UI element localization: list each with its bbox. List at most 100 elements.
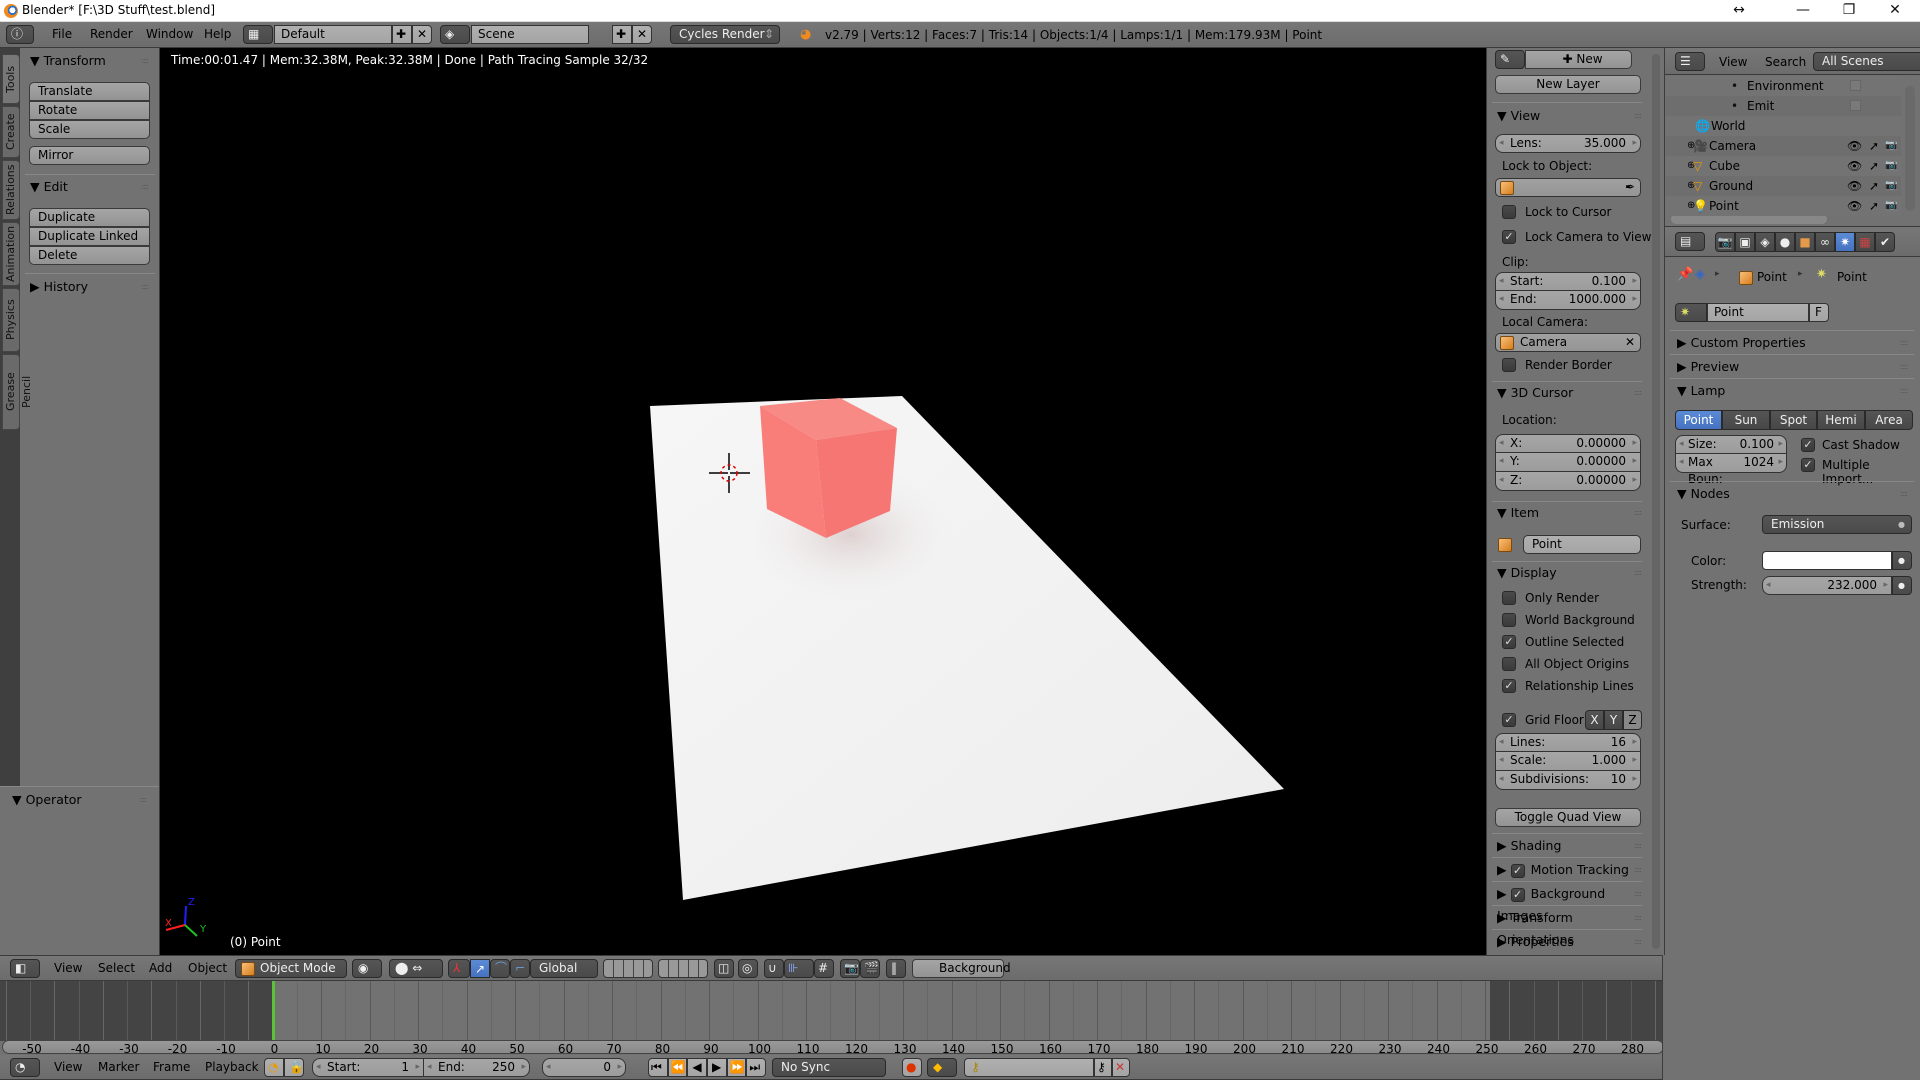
view-panel-header[interactable]: ▼ View:::: xyxy=(1497,105,1647,127)
layers-grid-b[interactable] xyxy=(658,959,708,978)
layout-field[interactable]: Default xyxy=(274,25,392,44)
rotate-button[interactable]: Rotate xyxy=(29,101,150,120)
constraints-tab-icon[interactable]: ∞ xyxy=(1815,232,1835,252)
nodes-panel-header[interactable]: ▼ Nodes:::: xyxy=(1677,483,1913,505)
outliner-row[interactable]: • Emit xyxy=(1665,96,1901,116)
add-layout-button[interactable]: ✚ xyxy=(392,25,412,44)
duplicate-linked-button[interactable]: Duplicate Linked xyxy=(29,227,150,246)
scale-button[interactable]: Scale xyxy=(29,120,150,139)
strength-socket-button[interactable]: ● xyxy=(1892,576,1912,595)
play-reverse-button[interactable]: ◀ xyxy=(687,1058,708,1077)
color-socket-button[interactable]: ● xyxy=(1892,551,1912,570)
play-button[interactable]: ▶ xyxy=(707,1058,727,1077)
menu-window[interactable]: Window xyxy=(146,27,193,41)
snap-icon[interactable]: ∪ xyxy=(764,959,784,978)
lock-range-icon[interactable]: 🔒 xyxy=(284,1058,304,1077)
resize-icon[interactable]: ↔ xyxy=(1716,0,1762,22)
outliner-row[interactable]: ⊕ ▽ Cube 👁 ➚ 📷 xyxy=(1665,156,1901,176)
tab-grease-pencil[interactable]: Grease Pencil xyxy=(2,354,33,430)
properties-editor-icon[interactable]: ▤ xyxy=(1675,232,1705,251)
renderability-camera-icon[interactable]: 📷 xyxy=(1885,156,1897,176)
collapsed-panel-header[interactable]: ▶ Shading:::: xyxy=(1497,835,1647,857)
menu-add[interactable]: Add xyxy=(149,961,172,975)
opengl-render-icon[interactable]: 📷 xyxy=(840,959,860,978)
custom-properties-header[interactable]: ▶ Custom Properties:::: xyxy=(1677,332,1913,354)
add-scene-button[interactable]: ✚ xyxy=(612,25,632,44)
lamp-type-area[interactable]: Area xyxy=(1865,410,1913,430)
clip-end-field[interactable]: End: 1000.000 xyxy=(1495,291,1641,310)
lock-object-field[interactable]: ✒ xyxy=(1495,178,1641,197)
sync-dropdown[interactable]: No Sync xyxy=(772,1058,886,1077)
strength-field[interactable]: 232.000 xyxy=(1762,576,1892,595)
local-camera-field[interactable]: Camera ✕ xyxy=(1495,333,1641,352)
jump-end-button[interactable]: ⏭ xyxy=(746,1058,767,1077)
fake-user-button[interactable]: F xyxy=(1809,303,1829,322)
visibility-eye-icon[interactable]: 👁 xyxy=(1847,156,1862,176)
scene-tab-icon[interactable]: ◈ xyxy=(1755,232,1775,252)
visibility-eye-icon[interactable]: 👁 xyxy=(1847,196,1862,216)
current-frame-field[interactable]: 0 xyxy=(542,1058,626,1077)
renderability-camera-icon[interactable]: 📷 xyxy=(1885,196,1897,216)
render-border-checkbox[interactable] xyxy=(1502,358,1516,372)
texture-tab-icon[interactable]: ▦ xyxy=(1855,232,1875,252)
grid-lines-field[interactable]: Lines: 16 xyxy=(1495,733,1641,752)
outliner-row[interactable]: ⊕ ▽ Ground 👁 ➚ 📷 xyxy=(1665,176,1901,196)
display-panel-header[interactable]: ▼ Display:::: xyxy=(1497,562,1647,584)
scale-manipulator-icon[interactable]: ⌐ xyxy=(510,959,530,978)
lamp-type-point[interactable]: Point xyxy=(1675,410,1722,430)
collapsed-panel-header[interactable]: ▶ ✓ Background Images:::: xyxy=(1497,883,1647,923)
tab-relations[interactable]: Relations xyxy=(2,160,20,220)
new-grease-button[interactable]: ✚ New xyxy=(1525,50,1632,69)
lamp-data-tab-icon[interactable]: ✷ xyxy=(1835,232,1855,252)
grid-axis-y-toggle[interactable]: Y xyxy=(1604,710,1623,730)
collapsed-panel-header[interactable]: ▶ Properties:::: xyxy=(1497,931,1647,953)
panel-enable-checkbox[interactable]: ✓ xyxy=(1510,887,1525,902)
translate-manipulator-icon[interactable]: ↗ xyxy=(470,959,490,978)
collapsed-panel-header[interactable]: ▶ ✓ Motion Tracking:::: xyxy=(1497,859,1647,881)
menu-help[interactable]: Help xyxy=(204,27,231,41)
selectability-cursor-icon[interactable]: ➚ xyxy=(1869,136,1879,156)
lock-camera-checkbox[interactable]: ✓ xyxy=(1502,230,1516,244)
lamp-type-hemi[interactable]: Hemi xyxy=(1817,410,1865,430)
selectability-cursor-icon[interactable]: ➚ xyxy=(1869,196,1879,216)
operator-panel-header[interactable]: ▼ Operator:::: xyxy=(12,789,152,811)
display-option-checkbox[interactable] xyxy=(1502,591,1516,605)
duplicate-button[interactable]: Duplicate xyxy=(29,208,150,227)
keying-set-field[interactable]: ⚷ xyxy=(964,1058,1094,1077)
next-keyframe-button[interactable]: ⏩ xyxy=(726,1058,747,1077)
orientation-dropdown[interactable]: Global xyxy=(530,959,598,978)
layer-lock-icon[interactable]: ◫ xyxy=(714,959,734,978)
timeline-menu-marker[interactable]: Marker xyxy=(98,1060,139,1074)
pivot-point-icon[interactable]: ⬤ ⇔ xyxy=(389,959,443,978)
timeline-menu-view[interactable]: View xyxy=(54,1060,82,1074)
delete-button[interactable]: Delete xyxy=(29,246,150,265)
pin-icon[interactable]: 📌 xyxy=(1677,267,1693,282)
outliner-row[interactable]: • Environment xyxy=(1665,76,1901,96)
visibility-eye-icon[interactable]: 👁 xyxy=(1847,176,1862,196)
lamp-panel-header[interactable]: ▼ Lamp:::: xyxy=(1677,380,1913,402)
clear-icon[interactable]: ✕ xyxy=(1625,334,1635,351)
transform-panel-header[interactable]: ▼ Transform:::: xyxy=(30,50,154,72)
jump-start-button[interactable]: ⏮ xyxy=(648,1058,668,1077)
cursor-z-field[interactable]: Z: 0.00000 xyxy=(1495,472,1641,491)
translate-button[interactable]: Translate xyxy=(29,82,150,101)
max-bounces-field[interactable]: Max Boun: 1024 xyxy=(1675,454,1787,486)
new-layer-button[interactable]: New Layer xyxy=(1495,75,1641,94)
render-toggle-checkbox[interactable] xyxy=(1850,80,1861,91)
particles-tab-icon[interactable]: ✔ xyxy=(1875,232,1895,252)
menu-render[interactable]: Render xyxy=(90,27,133,41)
grid-axis-z-toggle[interactable]: Z xyxy=(1623,710,1642,730)
renderability-camera-icon[interactable]: 📷 xyxy=(1885,136,1897,156)
preview-range-icon[interactable]: ◔ xyxy=(264,1058,284,1077)
minimize-button[interactable]: — xyxy=(1780,0,1826,22)
display-option-checkbox[interactable] xyxy=(1502,657,1516,671)
layers-grid-a[interactable] xyxy=(603,959,653,978)
grid-axis-x-toggle[interactable]: X xyxy=(1585,710,1604,730)
delete-keyframe-icon[interactable]: ✕ xyxy=(1112,1058,1130,1077)
tab-create[interactable]: Create xyxy=(2,106,20,158)
lamp-type-sun[interactable]: Sun xyxy=(1722,410,1770,430)
insert-keyframe-icon[interactable]: ⚷ xyxy=(1094,1058,1112,1077)
menu-file[interactable]: File xyxy=(52,27,72,41)
viewport-shading-icon[interactable]: ◉ xyxy=(352,959,382,978)
menu-select[interactable]: Select xyxy=(98,961,135,975)
